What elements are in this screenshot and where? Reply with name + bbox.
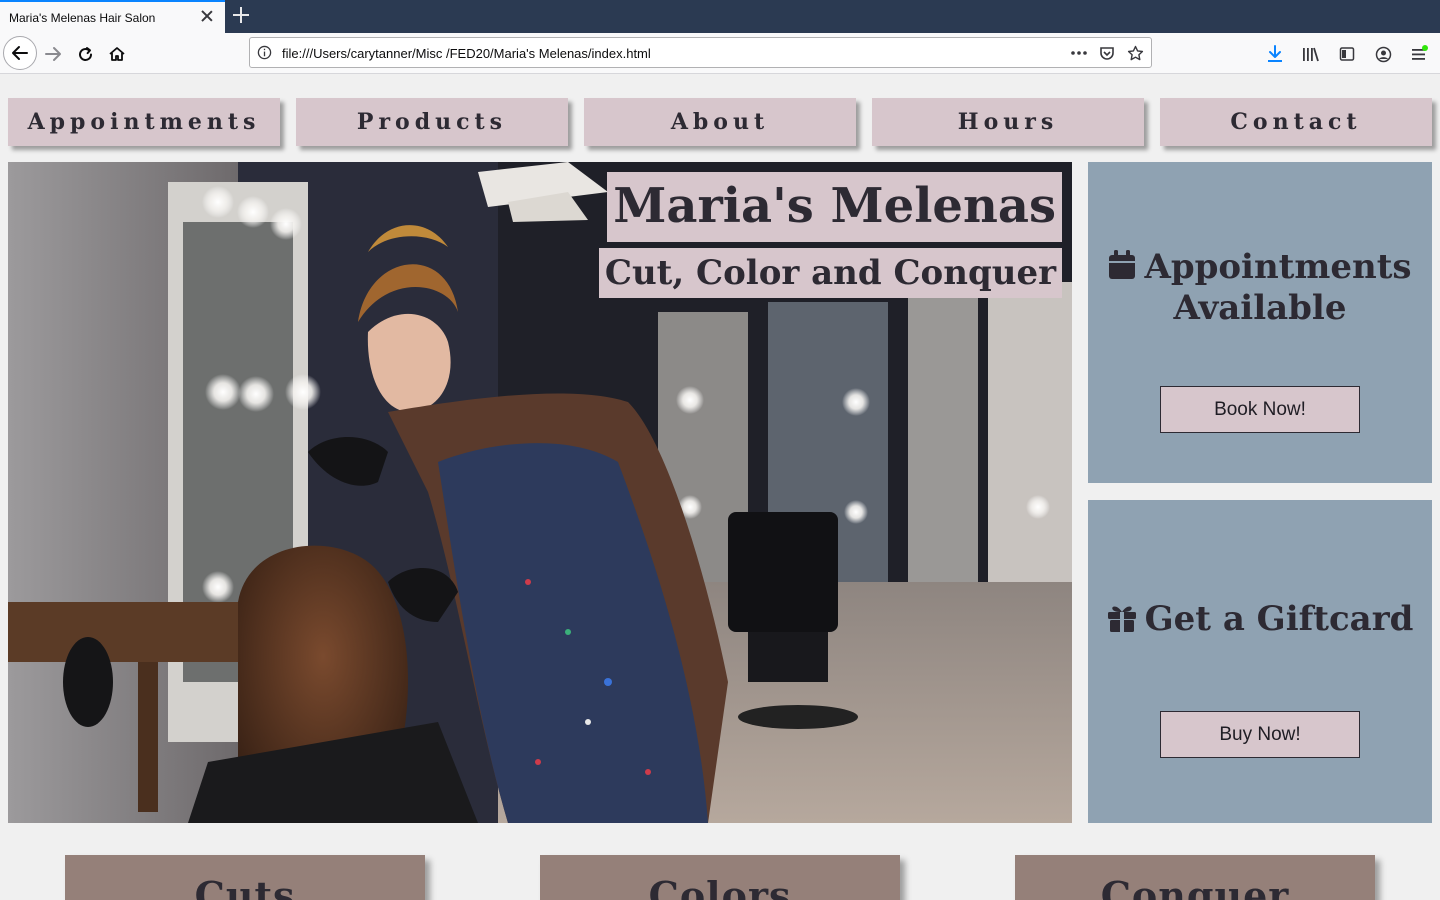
page-actions-icon[interactable] — [1069, 43, 1089, 63]
book-now-button[interactable]: Book Now! — [1160, 386, 1360, 433]
hero-title: Maria's Melenas — [607, 172, 1062, 242]
sidebar-icon[interactable] — [1334, 41, 1360, 67]
appointments-heading: Appointments Available — [1088, 248, 1432, 328]
appointments-heading-text: Appointments Available — [1144, 247, 1412, 328]
url-text[interactable]: file:///Users/carytanner/Misc /FED20/Mar… — [282, 46, 651, 61]
service-conquer[interactable]: Conquer — [1015, 855, 1375, 900]
new-tab-icon[interactable] — [231, 5, 251, 25]
info-icon[interactable] — [257, 45, 272, 60]
home-button[interactable] — [104, 41, 130, 67]
appointments-card: Appointments Available Book Now! — [1088, 162, 1432, 483]
nav-appointments[interactable]: Appointments — [8, 98, 280, 146]
hero-subtitle: Cut, Color and Conquer — [598, 248, 1062, 298]
reload-icon — [78, 46, 92, 61]
nav-products[interactable]: Products — [296, 98, 568, 146]
account-icon[interactable] — [1370, 41, 1396, 67]
hero-banner: Maria's Melenas Cut, Color and Conquer — [8, 162, 1072, 823]
giftcard-card: Get a Giftcard Buy Now! — [1088, 500, 1432, 823]
reload-button[interactable] — [72, 41, 98, 67]
downloads-icon[interactable] — [1262, 41, 1288, 67]
service-colors[interactable]: Colors — [540, 855, 900, 900]
gift-icon — [1107, 602, 1137, 641]
nav-about[interactable]: About — [584, 98, 856, 146]
library-icon[interactable] — [1298, 41, 1324, 67]
forward-button[interactable] — [40, 41, 66, 67]
giftcard-heading: Get a Giftcard — [1088, 600, 1432, 641]
tab-strip: Maria's Melenas Hair Salon — [0, 0, 1440, 33]
giftcard-heading-text: Get a Giftcard — [1144, 599, 1414, 639]
calendar-icon — [1108, 250, 1136, 289]
back-arrow-icon — [12, 46, 28, 60]
home-icon — [109, 47, 125, 61]
tab-title: Maria's Melenas Hair Salon — [9, 11, 156, 25]
nav-hours[interactable]: Hours — [872, 98, 1144, 146]
page-viewport: Appointments Products About Hours Contac… — [0, 75, 1440, 900]
browser-toolbar: file:///Users/carytanner/Misc /FED20/Mar… — [0, 33, 1440, 74]
bookmark-star-icon[interactable] — [1125, 43, 1145, 63]
buy-now-button[interactable]: Buy Now! — [1160, 711, 1360, 758]
url-bar[interactable]: file:///Users/carytanner/Misc /FED20/Mar… — [249, 37, 1152, 68]
close-tab-icon[interactable] — [198, 8, 216, 26]
browser-tab[interactable]: Maria's Melenas Hair Salon — [0, 0, 225, 33]
back-button[interactable] — [3, 36, 37, 70]
forward-arrow-icon — [45, 47, 61, 61]
service-cuts[interactable]: Cuts — [65, 855, 425, 900]
site-navigation: Appointments Products About Hours Contac… — [8, 98, 1432, 146]
menu-icon[interactable] — [1406, 41, 1432, 67]
pocket-icon[interactable] — [1097, 43, 1117, 63]
hero-title-block: Maria's Melenas Cut, Color and Conquer — [598, 172, 1062, 298]
nav-contact[interactable]: Contact — [1160, 98, 1432, 146]
